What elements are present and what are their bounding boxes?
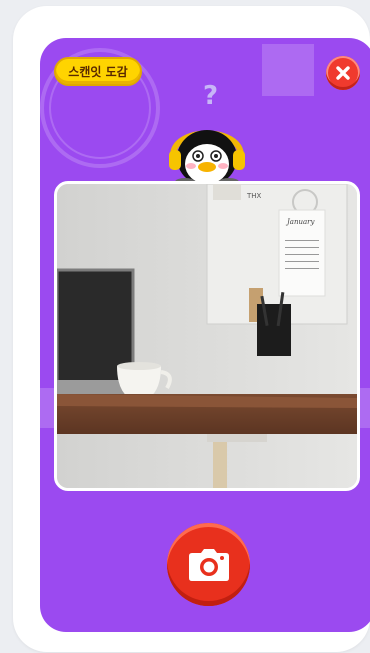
scan-dex-button[interactable]: 스캔잇 도감	[54, 57, 142, 86]
phone-frame: 스캔잇 도감 ? THX January	[13, 6, 370, 652]
calendar-title: January	[285, 218, 316, 226]
captured-photo: THX January	[54, 181, 360, 491]
question-mark: ?	[203, 81, 219, 111]
camera-icon	[188, 548, 229, 581]
close-icon	[336, 66, 350, 80]
capture-button[interactable]	[167, 523, 250, 606]
penguin-mascot-icon	[169, 130, 245, 186]
close-button[interactable]	[326, 56, 360, 90]
desk-scene-photo: THX January	[57, 184, 357, 488]
note-text: THX	[246, 192, 262, 200]
scan-screen: 스캔잇 도감 ? THX January	[40, 38, 370, 632]
